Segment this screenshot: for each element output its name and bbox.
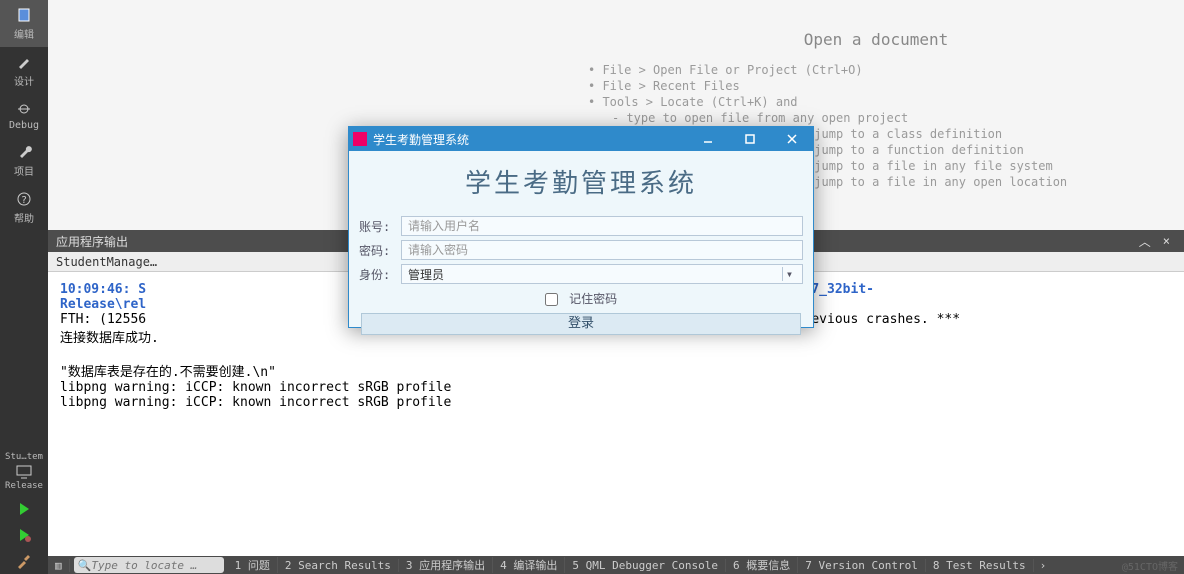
dialog-title: 学生考勤管理系统: [373, 131, 469, 148]
chevron-down-icon: ▾: [782, 267, 796, 281]
hint-sub: - type to open file from any open projec…: [588, 111, 1164, 125]
rail-debug[interactable]: Debug: [0, 94, 48, 137]
output-line: 连接数据库成功.: [60, 331, 159, 346]
maximize-button[interactable]: [729, 127, 771, 151]
hint-line: • File > Open File or Project (Ctrl+O): [588, 63, 1164, 77]
dialog-heading: 学生考勤管理系统: [349, 151, 813, 214]
run-debug-button[interactable]: [0, 522, 48, 548]
run-button[interactable]: [0, 496, 48, 522]
build-button[interactable]: [0, 548, 48, 574]
role-select[interactable]: 管理员 ▾: [401, 264, 803, 284]
kit-name: Stu…tem: [5, 452, 43, 463]
status-tests[interactable]: 8 Test Results: [926, 559, 1034, 572]
rail-label: 设计: [14, 73, 34, 88]
brush-icon: [15, 53, 33, 71]
status-qml[interactable]: 5 QML Debugger Console: [565, 559, 726, 572]
kit-build: Release: [5, 481, 43, 492]
remember-row: 记住密码: [349, 286, 813, 311]
status-bar: ▥ 🔍 1 问题 2 Search Results 3 应用程序输出 4 编译输…: [48, 556, 1184, 574]
bug-icon: [15, 100, 33, 118]
rail-label: 编辑: [14, 26, 34, 41]
left-rail: 编辑 设计 Debug 项目 ? 帮助 Stu…tem Release: [0, 0, 48, 574]
remember-checkbox[interactable]: [545, 293, 558, 306]
remember-label: 记住密码: [569, 292, 617, 306]
output-line: "数据库表是存在的.不需要创建.\n": [60, 365, 276, 380]
status-appout[interactable]: 3 应用程序输出: [399, 557, 493, 573]
output-line: libpng warning: iCCP: known incorrect sR…: [60, 395, 451, 410]
login-dialog: 学生考勤管理系统 学生考勤管理系统 账号: 密码: 身份: 管理员 ▾ 记住密码…: [348, 126, 814, 328]
locator-search[interactable]: 🔍: [74, 557, 224, 573]
hint-line: • File > Recent Files: [588, 79, 1164, 93]
status-compile[interactable]: 4 编译输出: [493, 557, 565, 573]
close-icon[interactable]: ×: [1157, 234, 1176, 248]
rail-design[interactable]: 设计: [0, 47, 48, 94]
rail-help[interactable]: ? 帮助: [0, 184, 48, 231]
app-icon: [353, 132, 367, 146]
close-button[interactable]: [771, 127, 813, 151]
role-label: 身份:: [359, 266, 401, 283]
rail-edit[interactable]: 编辑: [0, 0, 48, 47]
rail-label: 项目: [14, 163, 34, 178]
toggle-sidebar-button[interactable]: ▥: [48, 559, 70, 572]
hint-line: • Tools > Locate (Ctrl+K) and: [588, 95, 1164, 109]
role-value: 管理员: [408, 266, 444, 283]
hammer-icon: [15, 552, 33, 570]
status-issues[interactable]: 1 问题: [228, 557, 278, 573]
status-vcs[interactable]: 7 Version Control: [798, 559, 926, 572]
password-label: 密码:: [359, 242, 401, 259]
output-pane-title: 应用程序输出: [56, 233, 128, 250]
login-button[interactable]: 登录: [361, 313, 801, 335]
password-input[interactable]: [401, 240, 803, 260]
rail-label: 帮助: [14, 210, 34, 225]
watermark: @51CTO博客: [1116, 558, 1184, 573]
play-icon: [15, 500, 33, 518]
rail-project[interactable]: 项目: [0, 137, 48, 184]
kit-selector[interactable]: Stu…tem Release: [0, 448, 48, 496]
dialog-titlebar[interactable]: 学生考勤管理系统: [349, 127, 813, 151]
locator-input[interactable]: [91, 559, 219, 572]
open-doc-title: Open a document: [588, 30, 1164, 49]
output-line: Release\rel: [60, 297, 146, 312]
rail-label: Debug: [9, 120, 39, 131]
output-line: libpng warning: iCCP: known incorrect sR…: [60, 380, 451, 395]
play-bug-icon: [15, 526, 33, 544]
rail-bottom: Stu…tem Release: [0, 448, 48, 574]
minimize-button[interactable]: [687, 127, 729, 151]
output-tab[interactable]: StudentManage…: [56, 255, 157, 269]
svg-text:?: ?: [21, 195, 27, 206]
monitor-icon: [15, 463, 33, 481]
wrench-icon: [15, 143, 33, 161]
username-label: 账号:: [359, 218, 401, 235]
chevron-up-icon[interactable]: ︿: [1133, 233, 1157, 250]
search-icon: 🔍: [78, 559, 92, 572]
username-input[interactable]: [401, 216, 803, 236]
status-general[interactable]: 6 概要信息: [726, 557, 798, 573]
status-search[interactable]: 2 Search Results: [278, 559, 399, 572]
chevron-right-icon[interactable]: ›: [1034, 559, 1053, 572]
help-icon: ?: [15, 190, 33, 208]
edit-icon: [15, 6, 33, 24]
